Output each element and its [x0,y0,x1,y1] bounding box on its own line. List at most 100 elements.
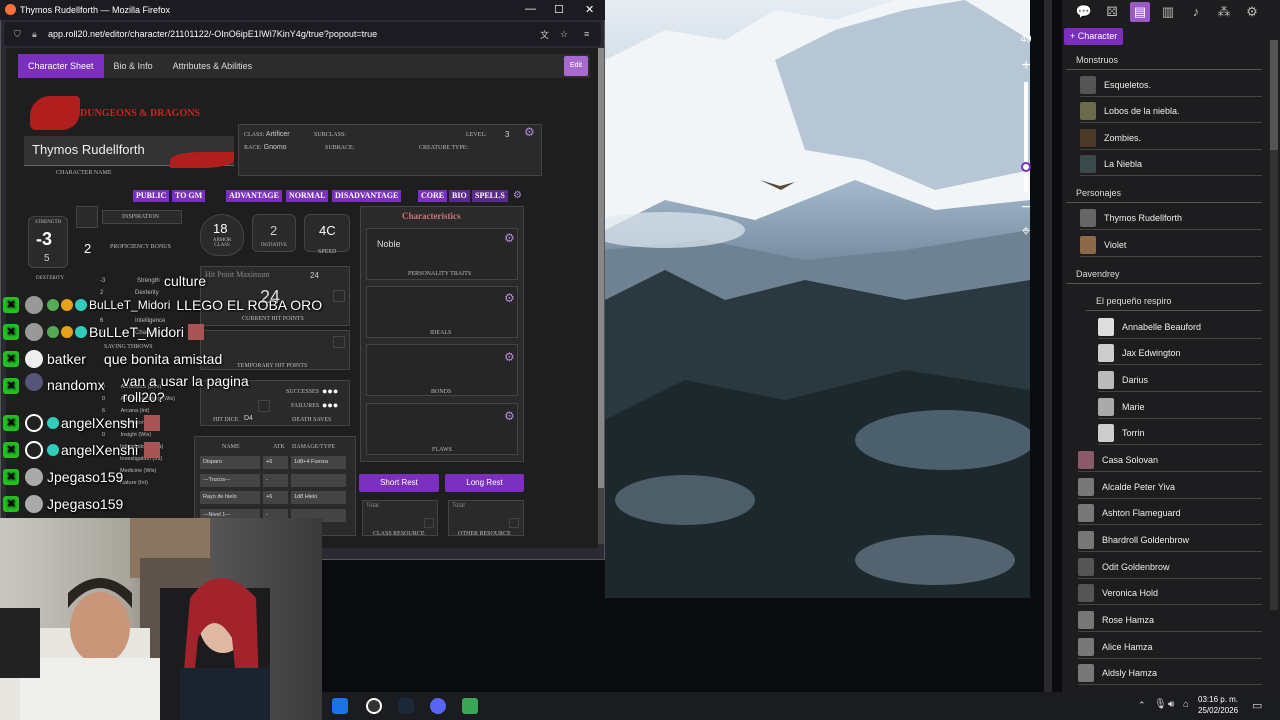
hp-stepper[interactable] [333,290,345,302]
jukebox-icon[interactable]: ♪ [1186,2,1206,22]
steam-icon[interactable] [398,698,414,714]
journal-icon[interactable]: ▤ [1130,2,1150,22]
add-character-button[interactable]: + Character [1064,28,1124,45]
journal-item[interactable]: Rose Hamza [1078,608,1262,632]
advantage-toggle[interactable]: ADVANTAGE [226,190,282,202]
journal-item[interactable]: Alcalde Peter Yiva [1078,475,1262,499]
splitter[interactable] [1044,0,1052,720]
notification-icon[interactable]: ▭ [1252,699,1262,712]
network-icon[interactable]: ⌂ [1183,699,1189,710]
tab-bio-info[interactable]: Bio & Info [104,54,163,78]
attack-row[interactable]: ---Trucos--- - [200,474,350,487]
edge-icon[interactable] [332,698,348,714]
long-rest-button[interactable]: Long Rest [445,474,524,492]
zoom-slider[interactable] [1021,82,1031,192]
game-icon[interactable] [462,698,478,714]
close-icon[interactable]: ✕ [585,3,594,16]
strength-label: STRENGTH [35,220,62,225]
tab-attributes-abilities[interactable]: Attributes & Abilities [163,54,263,78]
translate-icon[interactable]: 文 [540,28,549,41]
attack-row[interactable]: Rayo de hielo +6 1d8 Hielo [200,491,350,504]
level-value[interactable]: 3 [505,130,509,139]
public-toggle[interactable]: PUBLIC [133,190,170,202]
journal-item[interactable]: Alice Hamza [1078,635,1262,659]
initiative-value[interactable]: 2 [270,223,277,238]
target-icon[interactable]: ⌖ [1014,220,1038,244]
core-tab[interactable]: CORE [418,190,448,202]
journal-item[interactable]: Ashton Flameguard [1078,501,1262,525]
race-field[interactable]: RACE: Gnomo [244,144,287,151]
journal-item[interactable]: Annabelle Beauford [1098,315,1262,339]
to-gm-toggle[interactable]: TO GM [172,190,206,202]
folder-el-pequeno-respiro[interactable]: El pequeño respiro [1086,291,1262,311]
sheet-scrollbar[interactable] [598,48,604,544]
gear-icon[interactable]: ⚙ [513,190,525,202]
gear-icon[interactable]: ⚙ [504,232,516,244]
journal-item[interactable]: Esqueletos. [1080,73,1262,97]
avatar [25,373,43,391]
collection-icon[interactable]: ⁂ [1214,2,1234,22]
journal-item[interactable]: Aldsly Hamza [1078,661,1262,685]
chevron-up-icon[interactable]: ⌃ [1138,700,1146,711]
menu-icon[interactable]: ≡ [584,29,589,39]
discord-icon[interactable] [430,698,446,714]
journal-item[interactable]: Zombies. [1080,126,1262,150]
settings-icon[interactable]: ⚙ [1242,2,1262,22]
armor-class-value[interactable]: 18 [213,221,227,236]
compendium-icon[interactable]: ▥ [1158,2,1178,22]
obs-icon[interactable] [366,698,382,714]
gear-icon[interactable]: ⚙ [524,126,536,138]
attack-row[interactable]: Disparo +6 1d8+4 Fuerza [200,456,350,469]
journal-item[interactable]: Thymos Rudellforth [1080,206,1262,230]
journal-item[interactable]: Casa Solovan [1078,448,1262,472]
journal-item[interactable]: Torrin [1098,421,1262,445]
short-rest-button[interactable]: Short Rest [359,474,439,492]
dice-icon[interactable]: ⚄ [1102,2,1122,22]
folder-davendrey[interactable]: Davendrey [1066,264,1262,284]
journal-item[interactable]: Violet [1080,233,1262,257]
sidebar-scrollbar[interactable] [1270,40,1278,610]
inspiration-checkbox[interactable] [76,206,98,228]
mic-icon[interactable]: 🎙︎ [1154,699,1167,710]
strength-score[interactable]: 5 [44,253,50,264]
star-icon[interactable]: ☆ [560,29,568,40]
journal-item[interactable]: Odit Goldenbrow [1078,555,1262,579]
class-resource-stepper[interactable] [424,518,434,528]
tab-character-sheet[interactable]: Character Sheet [18,54,104,78]
spells-tab[interactable]: SPELLS [472,190,508,202]
gear-icon[interactable]: ⚙ [504,351,516,363]
bio-tab[interactable]: BIO [449,190,470,202]
strength-modifier[interactable]: -3 [36,229,52,250]
gear-icon[interactable]: ⚙ [504,410,516,422]
folder-monstruos[interactable]: Monstruos [1066,50,1262,70]
clock[interactable]: 03:16 p. m. 25/02/2026 [1198,694,1238,716]
journal-item[interactable]: Jax Edwington [1098,341,1262,365]
speed-value[interactable]: 4C [319,223,336,238]
journal-item[interactable]: Bhardroll Goldenbrow [1078,528,1262,552]
journal-item[interactable]: Lobos de la niebla. [1080,99,1262,123]
success-checkboxes[interactable]: ●●● [322,386,338,396]
temp-hp-stepper[interactable] [333,336,345,348]
folder-personajes[interactable]: Personajes [1066,183,1262,203]
journal-item[interactable]: Marie [1098,395,1262,419]
chat-icon[interactable]: 💬 [1074,2,1094,22]
hit-dice-value[interactable]: D4 [244,415,253,422]
minus-icon[interactable]: − [1014,196,1038,220]
minimize-icon[interactable]: — [525,3,536,15]
plus-icon[interactable]: + [1014,54,1038,78]
failure-checkboxes[interactable]: ●●● [322,400,338,410]
edit-button[interactable]: Edit [564,56,588,76]
volume-icon[interactable]: 🔊︎ [1168,699,1174,710]
other-resource-stepper[interactable] [509,518,519,528]
class-field[interactable]: CLASS: Artificer [244,131,290,138]
hp-max-value[interactable]: 24 [310,271,319,280]
map-canvas[interactable] [605,0,1030,598]
normal-toggle[interactable]: NORMAL [286,190,329,202]
gear-icon[interactable]: ⚙ [504,292,516,304]
journal-item[interactable]: La Niebla [1080,152,1262,176]
disadvantage-toggle[interactable]: DISADVANTAGE [332,190,402,202]
url-bar[interactable]: ⛉ 🔒︎ app.roll20.net/editor/character/211… [4,22,601,46]
journal-item[interactable]: Veronica Hold [1078,581,1262,605]
journal-item[interactable]: Darius [1098,368,1262,392]
maximize-icon[interactable]: ☐ [554,3,564,16]
